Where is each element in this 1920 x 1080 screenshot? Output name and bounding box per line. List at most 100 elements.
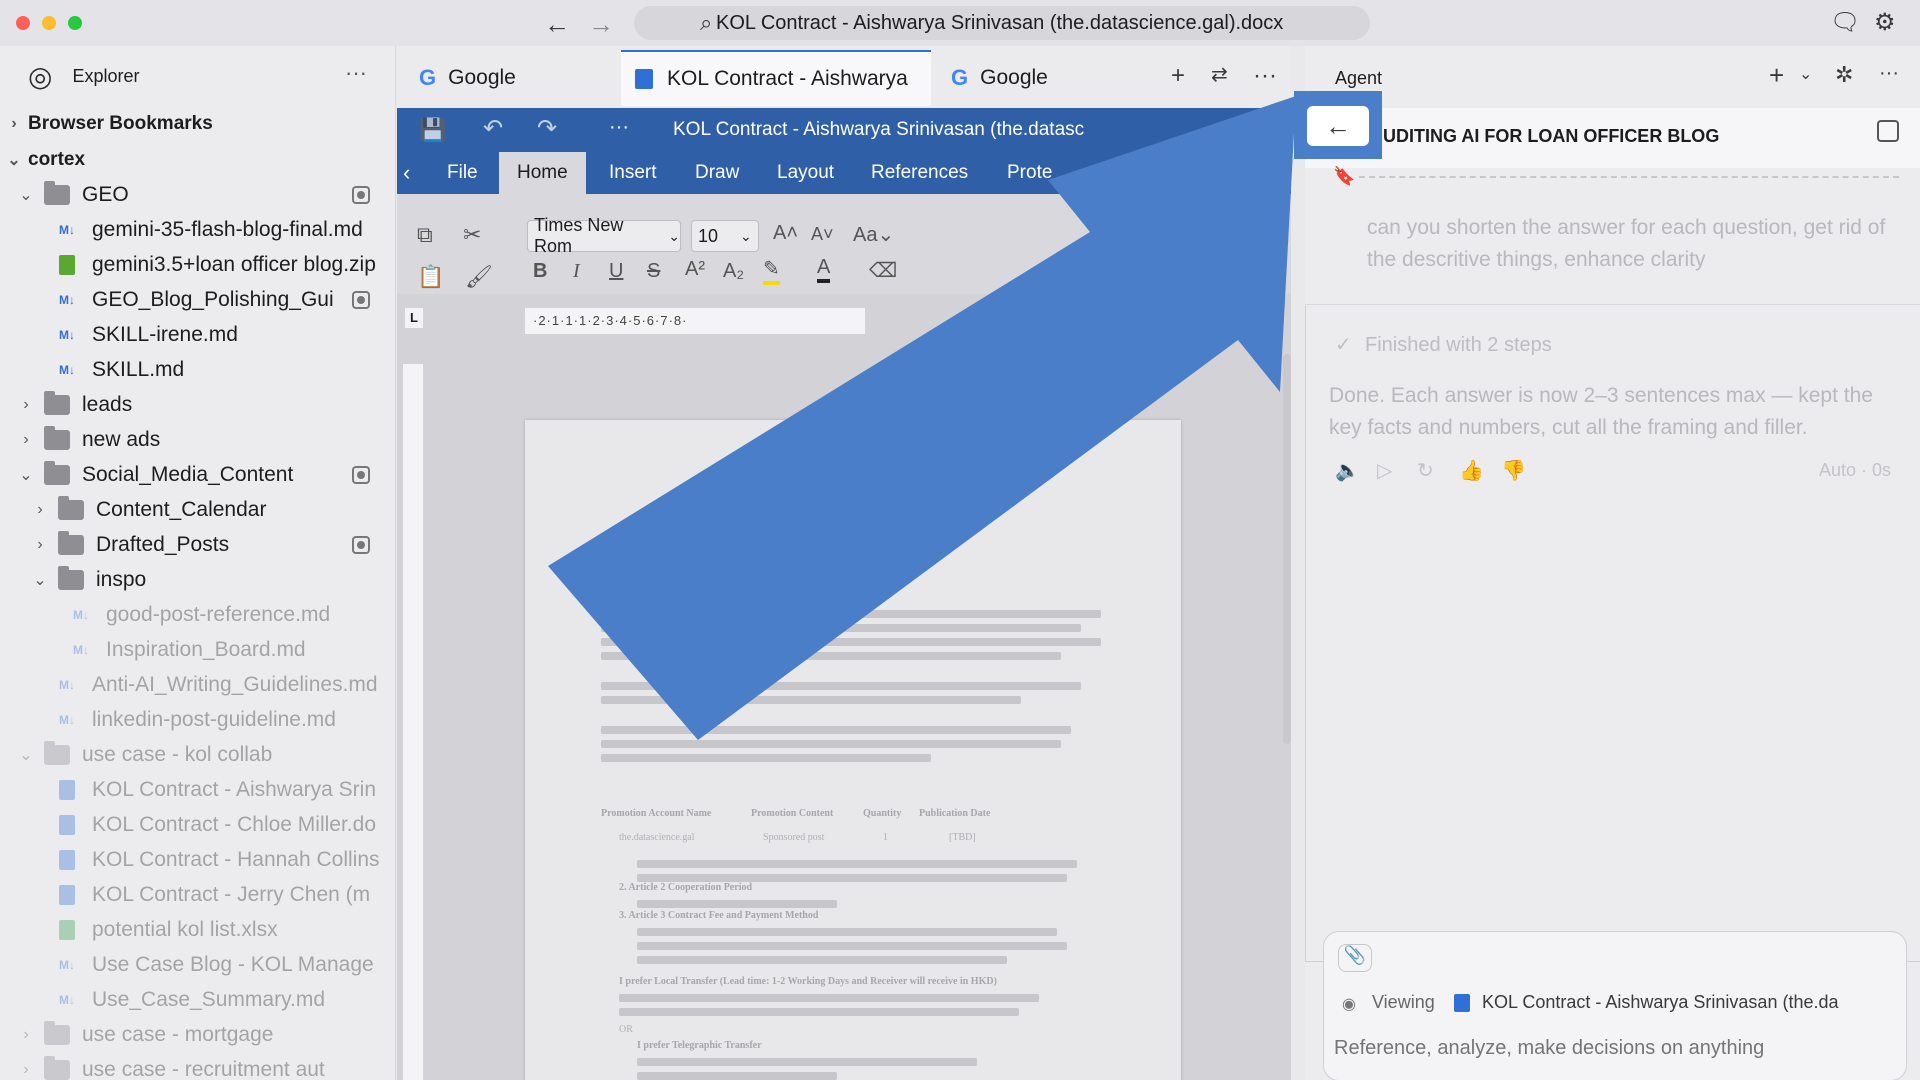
play-icon[interactable]: ▷ (1377, 458, 1392, 483)
tree-folder[interactable]: › use case - recruitment aut (0, 1052, 395, 1080)
tree-folder[interactable]: › new ads (0, 422, 395, 457)
tree-section-bookmarks[interactable]: › Browser Bookmarks (0, 106, 395, 141)
font-color-icon[interactable]: A (817, 256, 831, 283)
italic-icon[interactable]: I (573, 260, 580, 283)
paperclip-icon[interactable]: 📎 (1338, 944, 1372, 972)
sidebar-toggle-icon[interactable] (1877, 120, 1899, 142)
strikethrough-icon[interactable]: S (647, 260, 660, 283)
tree-file[interactable]: M↓ good-post-reference.md (0, 597, 395, 632)
bold-icon[interactable]: B (533, 260, 547, 283)
arrow-right-icon[interactable]: → (588, 9, 614, 40)
bookmark-icon[interactable]: 🔖 (1333, 166, 1355, 187)
underline-icon[interactable]: U (609, 260, 623, 283)
tree-item-label: KOL Contract - Hannah Collins (92, 847, 380, 871)
tree-file[interactable]: KOL Contract - Aishwarya Srin (0, 772, 395, 807)
zoom-window-button[interactable] (68, 16, 82, 30)
format-painter-icon[interactable]: 🖌 (465, 264, 493, 290)
ribbon-tab-insert[interactable]: Insert (591, 152, 675, 194)
tree-section-cortex[interactable]: ⌄ cortex (0, 142, 395, 177)
ribbon-tab-home[interactable]: Home (499, 152, 586, 194)
font-name-select[interactable]: Times New Rom ⌄ (527, 215, 681, 256)
gear-icon[interactable]: ⚙ (1874, 8, 1896, 37)
highlight-icon[interactable]: ✎ (763, 256, 780, 285)
ribbon-tab-references[interactable]: References (853, 152, 986, 194)
new-tab-icon[interactable]: + (1171, 62, 1185, 90)
git-compare-icon[interactable]: ⇄ (1211, 62, 1228, 87)
tree-file[interactable]: M↓ linkedin-post-guideline.md (0, 702, 395, 737)
copy-icon[interactable]: ⧉ (417, 222, 433, 248)
thumbs-up-icon[interactable]: 👍 (1459, 458, 1484, 483)
change-case-icon[interactable]: Aa⌄ (853, 222, 894, 247)
scissors-icon[interactable]: ✂ (463, 222, 481, 248)
subscript-icon[interactable]: A₂ (723, 260, 744, 283)
more-icon[interactable]: ··· (1879, 62, 1899, 85)
save-icon[interactable]: 💾 (419, 117, 446, 143)
more-icon[interactable]: ··· (1253, 62, 1277, 90)
record-icon[interactable] (352, 291, 370, 309)
tree-file[interactable]: M↓ SKILL-irene.md (0, 317, 395, 352)
tree-folder[interactable]: › Drafted_Posts (0, 527, 395, 562)
chat-add-icon[interactable]: 🗨 (1830, 8, 1860, 37)
more-icon[interactable]: ··· (345, 60, 367, 86)
vertical-scrollbar[interactable] (1283, 354, 1291, 744)
tree-folder[interactable]: › leads (0, 387, 395, 422)
ribbon-tab-draw[interactable]: Draw (677, 152, 757, 194)
tree-folder[interactable]: ⌄ use case - kol collab (0, 737, 395, 772)
ribbon-tab-layout[interactable]: Layout (759, 152, 852, 194)
more-icon[interactable]: ··· (609, 116, 629, 139)
tree-folder[interactable]: › use case - mortgage (0, 1017, 395, 1052)
composer[interactable]: 📎 ◉ Viewing KOL Contract - Aishwarya Sri… (1323, 931, 1907, 1080)
eraser-icon[interactable]: ⌫ (869, 258, 897, 283)
document-page[interactable]: INE Promotion Account Name Promotion Con… (525, 420, 1181, 1080)
tree-file[interactable]: M↓ SKILL.md (0, 352, 395, 387)
tab-kol-contract[interactable]: KOL Contract - Aishwarya (621, 50, 931, 106)
retry-icon[interactable]: ↻ (1417, 458, 1434, 483)
ribbon-tab-protect[interactable]: Prote (989, 152, 1070, 194)
chevron-down-icon[interactable]: ⌄ (1799, 64, 1812, 84)
tree-folder[interactable]: ⌄ inspo (0, 562, 395, 597)
tab-stop-selector[interactable]: L (405, 308, 423, 328)
arrow-left-icon[interactable]: ← (544, 9, 570, 40)
document-canvas[interactable]: L ·2·1·1·1·2·3·4·5·6·7·8· INE Promotion … (397, 294, 1291, 1080)
speaker-icon[interactable]: 🔈 (1335, 458, 1360, 483)
tree-file[interactable]: M↓ Use_Case_Summary.md (0, 982, 395, 1017)
close-window-button[interactable] (16, 16, 30, 30)
tree-folder[interactable]: ⌄ Social_Media_Content (0, 457, 395, 492)
tab-google-1[interactable]: G Google (405, 50, 615, 106)
ribbon-tab-file[interactable]: File (429, 152, 496, 194)
paste-icon[interactable]: 📋 (417, 264, 444, 290)
tree-file[interactable]: M↓ Inspiration_Board.md (0, 632, 395, 667)
tree-folder[interactable]: › Content_Calendar (0, 492, 395, 527)
record-icon[interactable] (352, 186, 370, 204)
new-chat-icon[interactable]: + (1769, 60, 1784, 91)
tree-file[interactable]: gemini3.5+loan officer blog.zip (0, 247, 395, 282)
superscript-icon[interactable]: A² (685, 258, 705, 281)
back-button[interactable]: ← (1307, 106, 1369, 146)
address-bar[interactable]: ⌕ KOL Contract - Aishwarya Srinivasan (t… (634, 6, 1370, 40)
bug-icon[interactable]: ✲ (1835, 62, 1853, 88)
vertical-ruler[interactable] (403, 364, 423, 1080)
shrink-font-icon[interactable]: A˅ (811, 224, 834, 245)
tree-folder-geo[interactable]: ⌄ GEO (0, 177, 395, 212)
tree-file[interactable]: M↓ Anti-AI_Writing_Guidelines.md (0, 667, 395, 702)
tree-file[interactable]: M↓ Use Case Blog - KOL Manage (0, 947, 395, 982)
chat-input[interactable] (1334, 1028, 1894, 1068)
undo-icon[interactable]: ↶ (483, 114, 503, 143)
viewing-file[interactable]: KOL Contract - Aishwarya Srinivasan (the… (1482, 992, 1839, 1013)
redo-icon[interactable]: ↷ (537, 114, 557, 143)
tab-google-2[interactable]: G Google (937, 50, 1137, 106)
tree-file[interactable]: M↓ GEO_Blog_Polishing_Gui (0, 282, 395, 317)
record-icon[interactable] (352, 466, 370, 484)
chevron-left-icon[interactable]: ‹ (403, 160, 410, 186)
grow-font-icon[interactable]: A˄ (773, 222, 798, 245)
tree-file[interactable]: KOL Contract - Hannah Collins (0, 842, 395, 877)
tree-file[interactable]: potential kol list.xlsx (0, 912, 395, 947)
tree-file[interactable]: KOL Contract - Chloe Miller.do (0, 807, 395, 842)
record-icon[interactable] (352, 536, 370, 554)
thumbs-down-icon[interactable]: 👎 (1501, 458, 1526, 483)
tree-file[interactable]: M↓ gemini-35-flash-blog-final.md (0, 212, 395, 247)
horizontal-ruler[interactable]: ·2·1·1·1·2·3·4·5·6·7·8· (525, 308, 865, 334)
minimize-window-button[interactable] (42, 16, 56, 30)
font-size-select[interactable]: 10 ⌄ (691, 220, 759, 252)
tree-file[interactable]: KOL Contract - Jerry Chen (m (0, 877, 395, 912)
